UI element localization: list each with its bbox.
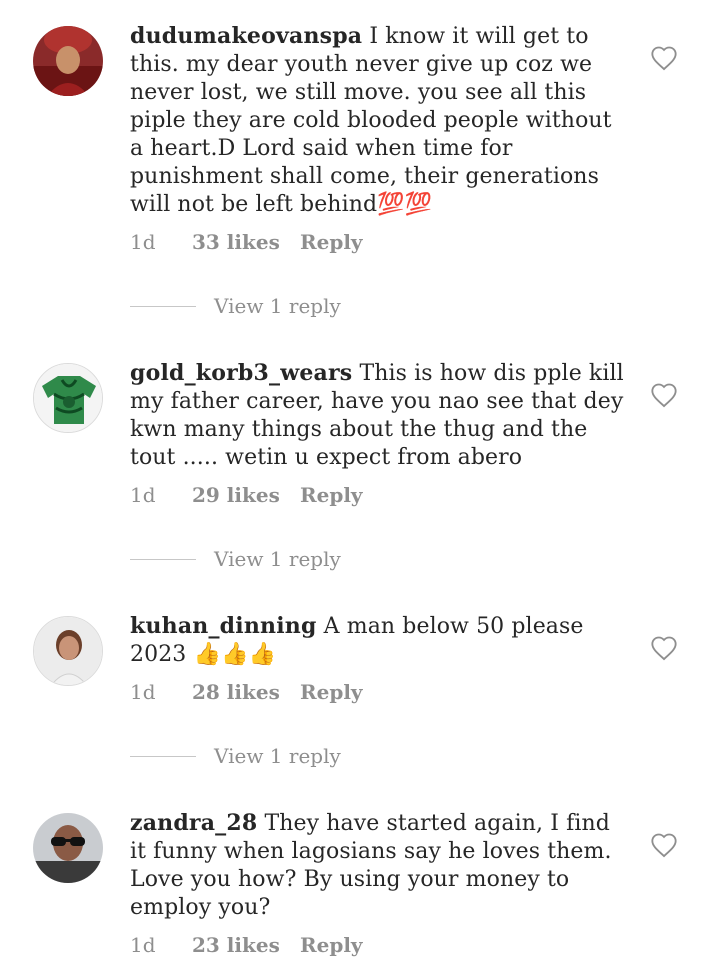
reply-button[interactable]: Reply xyxy=(300,680,363,704)
avatar[interactable] xyxy=(33,616,103,686)
comment-text: gold_korb3_wears This is how dis pple ki… xyxy=(130,359,630,472)
avatar[interactable] xyxy=(33,363,103,433)
avatar[interactable] xyxy=(33,26,103,96)
comment-likes[interactable]: 23 likes xyxy=(192,933,280,957)
comment-username[interactable]: gold_korb3_wears xyxy=(130,360,352,386)
heart-icon[interactable] xyxy=(650,635,678,661)
comment-likes[interactable]: 29 likes xyxy=(192,483,280,507)
comment-text: dudumakeovanspa I know it will get to th… xyxy=(130,22,630,219)
heart-icon[interactable] xyxy=(650,45,678,71)
avatar-image xyxy=(34,617,102,685)
avatar[interactable] xyxy=(33,813,103,883)
comment-body: I know it will get to this. my dear yout… xyxy=(130,24,612,217)
comment-text: kuhan_dinning A man below 50 please 2023… xyxy=(130,612,630,669)
avatar-image xyxy=(34,364,102,432)
heart-icon[interactable] xyxy=(650,382,678,408)
reply-button[interactable]: Reply xyxy=(300,230,363,254)
view-replies-label: View 1 reply xyxy=(214,294,341,318)
divider-line xyxy=(130,306,196,307)
comment-username[interactable]: zandra_28 xyxy=(130,810,257,836)
view-replies-label: View 1 reply xyxy=(214,744,341,768)
avatar-image xyxy=(33,813,103,883)
comment-username[interactable]: kuhan_dinning xyxy=(130,613,317,639)
divider-line xyxy=(130,559,196,560)
comment-age: 1d xyxy=(130,483,156,507)
avatar-image xyxy=(33,26,103,96)
comment-likes[interactable]: 28 likes xyxy=(192,680,280,704)
view-replies-label: View 1 reply xyxy=(214,547,341,571)
comment-age: 1d xyxy=(130,680,156,704)
reply-button[interactable]: Reply xyxy=(300,933,363,957)
comment-likes[interactable]: 33 likes xyxy=(192,230,280,254)
divider-line xyxy=(130,756,196,757)
comment-username[interactable]: dudumakeovanspa xyxy=(130,23,362,49)
comment-age: 1d xyxy=(130,230,156,254)
heart-icon[interactable] xyxy=(650,832,678,858)
comment-text: zandra_28 They have started again, I fin… xyxy=(130,809,630,922)
comment-age: 1d xyxy=(130,933,156,957)
reply-button[interactable]: Reply xyxy=(300,483,363,507)
